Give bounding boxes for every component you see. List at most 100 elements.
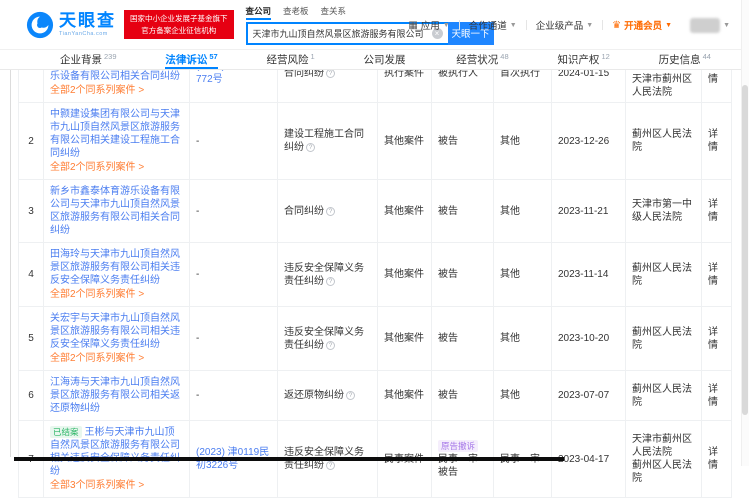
nav-cooperation[interactable]: 合作通道 ▼ xyxy=(460,18,526,32)
detail-link[interactable]: 详情 xyxy=(708,128,725,154)
procedure-cell: 其他 xyxy=(494,180,552,242)
user-menu[interactable]: ▼ xyxy=(681,18,739,33)
tab-operation-status[interactable]: 经营状况48 xyxy=(456,50,508,69)
case-name-link[interactable]: 中颢建设集团有限公司与天津市九山顶自然风景区旅游服务有限公司相关建设工程施工合同… xyxy=(50,108,183,160)
identity-label: 被告 xyxy=(438,390,458,401)
case-name-link[interactable]: 江海涛与天津市九山顶自然风景区旅游服务有限公司相关返还原物纠纷 xyxy=(50,376,183,415)
case-type-text: 其他案件 xyxy=(384,389,425,402)
detail-link[interactable]: 详情 xyxy=(708,70,725,86)
search-tab-relation[interactable]: 查关系 xyxy=(321,5,347,20)
info-icon[interactable]: ? xyxy=(326,341,335,350)
date-text: 2023-12-26 xyxy=(558,135,619,148)
case-name-cell: 中颢建设集团有限公司与天津市九山顶自然风景区旅游服务有限公司相关建设工程施工合同… xyxy=(44,103,190,179)
bottom-bar xyxy=(14,457,564,461)
row-number-text: 6 xyxy=(28,389,34,402)
logo-subtext: TianYanCha.com xyxy=(59,31,116,37)
date-cell: 2023-10-20 xyxy=(552,307,626,370)
case-name-text: 田海玲与天津市九山顶自然风景区旅游服务有限公司相关违反安全保障义务责任纠纷 xyxy=(50,249,180,286)
tab-operation-risk[interactable]: 经营风险1 xyxy=(266,50,314,69)
identity-text: 被告 xyxy=(438,205,487,218)
case-number: - xyxy=(196,135,271,148)
identity-cell: 被执行人 xyxy=(432,70,494,102)
nav-apps[interactable]: ▦ 应用 ▼ xyxy=(399,18,458,32)
info-icon[interactable]: ? xyxy=(326,70,335,78)
case-name-link[interactable]: 关宏宇与天津市九山顶自然风景区旅游服务有限公司相关违反安全保障义务责任纠纷 xyxy=(50,312,183,351)
table-row: 3新乡市鑫泰体育游乐设备有限公司与天津市九山顶自然风景区旅游服务有限公司相关合同… xyxy=(18,180,732,243)
chevron-down-icon: ▼ xyxy=(510,22,517,29)
table-row: 乐设备有限公司相关合同纠纷全部2个同系列案件 > (2024) 津0119执772… xyxy=(18,70,732,103)
scrollbar[interactable] xyxy=(741,0,749,466)
gov-badge-line1: 国家中小企业发展子基金旗下 xyxy=(130,13,228,25)
identity-text: 被告 xyxy=(438,268,487,281)
case-type-text: 其他案件 xyxy=(384,332,425,345)
tab-intellectual-property[interactable]: 知识产权12 xyxy=(557,50,609,69)
procedure-text: 其他 xyxy=(500,268,545,281)
series-link[interactable]: 全部2个同系列案件 > xyxy=(50,288,183,301)
court-cell: 天津市蓟州区人民法院蓟州区人民法院 xyxy=(626,421,702,497)
cause-cell: 建设工程施工合同纠纷? xyxy=(278,103,378,179)
court-name: 蓟州区人民法院 xyxy=(632,128,695,154)
case-type-cell: 其他案件 xyxy=(378,243,432,306)
search-tab-boss[interactable]: 查老板 xyxy=(283,5,309,20)
case-number[interactable]: (2024) 津0119执772号 xyxy=(196,70,271,86)
action-cell: 详情 xyxy=(702,243,732,306)
tianyancha-logo[interactable]: 天眼查 TianYanCha.com xyxy=(26,11,116,39)
series-link[interactable]: 全部2个同系列案件 > xyxy=(50,84,183,97)
series-link[interactable]: 全部2个同系列案件 > xyxy=(50,161,183,174)
procedure-text: 其他 xyxy=(500,205,545,218)
procedure-cell: 其他 xyxy=(494,307,552,370)
nav-vip[interactable]: ♛ 开通会员 ▼ xyxy=(603,18,681,32)
table-row: 6江海涛与天津市九山顶自然风景区旅游服务有限公司相关返还原物纠纷-返还原物纠纷?… xyxy=(18,371,732,421)
scrollbar-thumb[interactable] xyxy=(742,85,748,415)
case-number-cell: - xyxy=(190,307,278,370)
top-nav: ▦ 应用 ▼ 合作通道 ▼ 企业级产品 ▼ ♛ 开通会员 ▼ ▼ xyxy=(399,0,739,50)
row-number-text: 5 xyxy=(28,332,34,345)
search-tab-company[interactable]: 查公司 xyxy=(246,5,272,20)
court-name: 蓟州区人民法院 xyxy=(632,326,695,352)
case-name-link[interactable]: 田海玲与天津市九山顶自然风景区旅游服务有限公司相关违反安全保障义务责任纠纷 xyxy=(50,248,183,287)
date-text: 2023-07-07 xyxy=(558,389,619,402)
action-cell: 详情 xyxy=(702,307,732,370)
date-text: 2023-11-21 xyxy=(558,205,619,218)
info-icon[interactable]: ? xyxy=(326,277,335,286)
case-name-text: 关宏宇与天津市九山顶自然风景区旅游服务有限公司相关违反安全保障义务责任纠纷 xyxy=(50,313,180,350)
case-type-cell: 其他案件 xyxy=(378,180,432,242)
cause-text: 违反安全保障义务责任纠纷? xyxy=(284,326,371,352)
identity-label: 被执行人 xyxy=(438,70,478,79)
table-row: 5 关宏宇与天津市九山顶自然风景区旅游服务有限公司相关违反安全保障义务责任纠纷全部… xyxy=(18,307,732,371)
detail-link[interactable]: 详情 xyxy=(708,326,725,352)
procedure-cell: 其他 xyxy=(494,103,552,179)
chevron-down-icon: ▼ xyxy=(723,22,730,29)
detail-link[interactable]: 详情 xyxy=(708,446,725,472)
case-name-cell: 新乡市鑫泰体育游乐设备有限公司与天津市九山顶自然风景区旅游服务有限公司相关合同纠… xyxy=(44,180,190,242)
identity-label: 被告 xyxy=(438,269,458,280)
tab-legal-litigation[interactable]: 法律诉讼57 xyxy=(165,50,217,69)
nav-enterprise[interactable]: 企业级产品 ▼ xyxy=(527,18,602,32)
identity-cell: 被告 xyxy=(432,103,494,179)
case-name-cell: 乐设备有限公司相关合同纠纷全部2个同系列案件 > xyxy=(44,70,190,102)
litigation-table: 乐设备有限公司相关合同纠纷全部2个同系列案件 > (2024) 津0119执772… xyxy=(18,70,732,498)
tab-history-info[interactable]: 历史信息44 xyxy=(659,50,711,69)
series-link[interactable]: 全部2个同系列案件 > xyxy=(50,352,183,365)
tab-company-development[interactable]: 公司发展 xyxy=(363,50,407,69)
detail-link[interactable]: 详情 xyxy=(708,198,725,224)
court-cell: 天津市蓟州区人民法院 xyxy=(626,70,702,102)
detail-link[interactable]: 详情 xyxy=(708,383,725,409)
action-cell: 详情 xyxy=(702,103,732,179)
identity-cell: 被告 xyxy=(432,180,494,242)
court-name: 天津市蓟州区人民法院 xyxy=(632,433,695,459)
row-number: 2 xyxy=(18,103,44,179)
case-name-link[interactable]: 新乡市鑫泰体育游乐设备有限公司与天津市九山顶自然风景区旅游服务有限公司相关合同纠… xyxy=(50,185,183,237)
identity-text: 被告 xyxy=(438,135,487,148)
case-name-link[interactable]: 乐设备有限公司相关合同纠纷 xyxy=(50,70,183,83)
detail-link[interactable]: 详情 xyxy=(708,262,725,288)
info-icon[interactable]: ? xyxy=(326,207,335,216)
series-link[interactable]: 全部3个同系列案件 > xyxy=(50,479,183,492)
date-cell: 2023-11-21 xyxy=(552,180,626,242)
info-icon[interactable]: ? xyxy=(346,391,355,400)
case-name-link[interactable]: 已结案王彬与天津市九山顶自然风景区旅游服务有限公司相关违反安全保障义务责任纠纷 xyxy=(50,426,183,478)
info-icon[interactable]: ? xyxy=(306,143,315,152)
row-number: 3 xyxy=(18,180,44,242)
content-left-divider xyxy=(10,70,11,457)
tab-company-background[interactable]: 企业背景239 xyxy=(60,50,117,69)
